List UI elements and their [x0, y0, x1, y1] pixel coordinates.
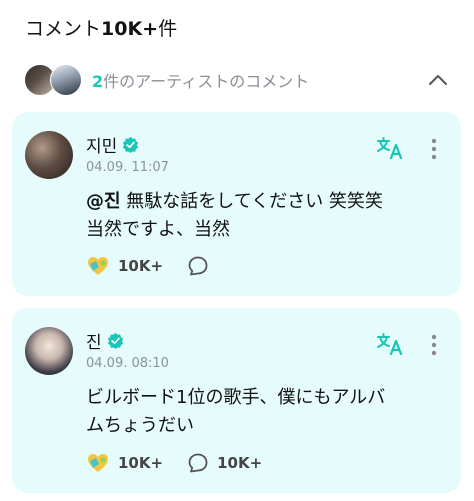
avatar[interactable]: ★	[25, 327, 73, 375]
comment-author[interactable]: 지민	[86, 132, 139, 157]
artist-comments-summary[interactable]: 2件のアーティストのコメント	[24, 62, 454, 98]
comment-card: 지민 04.09. 11:07 @진 無駄な話をしてください 笑笑笑 当然ですよ…	[12, 112, 461, 296]
author-name: 지민	[86, 137, 118, 157]
more-vertical-icon[interactable]	[430, 138, 438, 160]
artist-avatar-stack	[24, 64, 86, 96]
reply-count: 10K+	[217, 454, 263, 472]
author-name: 진	[86, 333, 102, 353]
comment-body: ビルボード1位の歌手、僕にもアルバ ムちょうだい	[86, 384, 436, 440]
artist-comment-text: 件のアーティストのコメント	[103, 72, 310, 91]
like-button[interactable]: 10K+	[86, 452, 163, 474]
verified-badge-icon	[107, 332, 124, 349]
comment-text-line: ムちょうだい	[86, 415, 194, 436]
comment-author[interactable]: 진	[86, 328, 124, 353]
comment-timestamp: 04.09. 08:10	[86, 356, 169, 371]
reply-button[interactable]	[187, 255, 217, 277]
cheer-heart-icon	[86, 255, 110, 277]
comment-actions: 10K+	[86, 254, 241, 278]
artist-comment-count: 2	[92, 72, 104, 91]
comment-text-line: 当然ですよ、当然	[86, 219, 230, 240]
comment-bubble-icon	[187, 452, 209, 474]
comment-timestamp: 04.09. 11:07	[86, 160, 169, 175]
comment-body: @진 無駄な話をしてください 笑笑笑 当然ですよ、当然	[86, 188, 436, 244]
translate-icon[interactable]	[376, 332, 404, 356]
star-icon: ★	[37, 374, 51, 375]
like-count: 10K+	[118, 257, 164, 275]
more-vertical-icon[interactable]	[430, 334, 438, 356]
title-suffix: 件	[158, 18, 178, 40]
like-button[interactable]: 10K+	[86, 255, 163, 277]
avatar[interactable]	[25, 131, 73, 179]
cheer-heart-icon	[86, 452, 110, 474]
reply-button[interactable]: 10K+	[187, 452, 262, 474]
comment-bubble-icon	[187, 255, 209, 277]
verified-badge-icon	[122, 136, 139, 153]
comment-card: ★ 진 04.09. 08:10 ビルボード1位の歌手、僕にもアルバ ムちょうだ…	[12, 308, 461, 493]
avatar	[50, 64, 82, 96]
translate-icon[interactable]	[376, 136, 404, 160]
mention-link[interactable]: @진	[86, 191, 121, 212]
page-title: コメント10K+件	[25, 14, 177, 41]
comment-text-line: 無駄な話をしてください 笑笑笑	[120, 191, 383, 212]
title-prefix: コメント	[25, 18, 102, 40]
comment-actions: 10K+ 10K+	[86, 451, 286, 475]
like-count: 10K+	[118, 454, 164, 472]
chevron-up-icon[interactable]	[426, 70, 450, 90]
title-count: 10K+	[101, 18, 159, 40]
artist-comments-label: 2件のアーティストのコメント	[92, 68, 309, 92]
comment-text-line: ビルボード1位の歌手、僕にもアルバ	[86, 387, 386, 408]
